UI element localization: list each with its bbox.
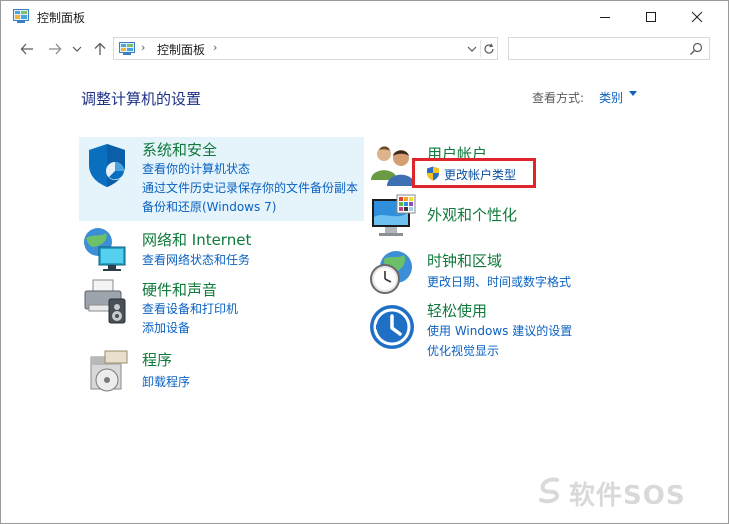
close-button[interactable] (674, 1, 720, 32)
maximize-button[interactable] (628, 1, 674, 32)
category-title-system-security[interactable]: 系统和安全 (142, 139, 217, 160)
close-icon (691, 11, 703, 22)
programs-disc-icon[interactable] (85, 347, 133, 395)
link-uninstall-program[interactable]: 卸载程序 (142, 373, 190, 390)
control-panel-icon (119, 42, 135, 55)
breadcrumb-separator[interactable]: › (141, 41, 145, 54)
minimize-button[interactable] (582, 1, 628, 32)
refresh-button[interactable] (480, 40, 496, 57)
link-view-computer-status[interactable]: 查看你的计算机状态 (142, 160, 250, 177)
link-backup-restore[interactable]: 备份和还原(Windows 7) (142, 198, 276, 215)
monitor-palette-icon[interactable] (369, 193, 417, 241)
category-title-ease-of-access[interactable]: 轻松使用 (427, 300, 487, 321)
category-title-appearance-personalization[interactable]: 外观和个性化 (427, 204, 517, 225)
forward-button[interactable] (44, 38, 66, 60)
arrow-left-icon (20, 43, 33, 55)
recent-locations-button[interactable] (69, 38, 85, 60)
link-change-account-type[interactable]: 更改帐户类型 (444, 166, 516, 183)
category-title-network-internet[interactable]: 网络和 Internet (142, 229, 251, 250)
maximize-icon (646, 11, 656, 22)
search-icon[interactable] (689, 42, 703, 56)
arrow-right-icon (49, 43, 62, 55)
category-title-programs[interactable]: 程序 (142, 349, 172, 370)
uac-shield-icon (427, 166, 439, 181)
link-file-history-backup[interactable]: 通过文件历史记录保存你的文件备份副本 (142, 179, 358, 196)
search-input[interactable] (508, 37, 710, 60)
minimize-icon (600, 16, 610, 18)
link-network-status[interactable]: 查看网络状态和任务 (142, 251, 250, 268)
shield-icon[interactable] (83, 141, 131, 189)
refresh-icon (483, 43, 494, 54)
view-by-dropdown[interactable]: 类别 (599, 89, 623, 106)
address-bar[interactable]: › 控制面板 › (113, 37, 498, 60)
users-icon[interactable] (369, 140, 417, 188)
chevron-down-icon (72, 46, 82, 52)
printer-icon[interactable] (81, 277, 129, 325)
watermark-logo-icon (539, 477, 560, 504)
chevron-down-icon (467, 46, 477, 52)
ease-of-access-icon[interactable] (368, 303, 416, 351)
breadcrumb-control-panel[interactable]: 控制面板 (157, 41, 205, 58)
view-by-label: 查看方式: (532, 91, 585, 105)
address-dropdown-button[interactable] (465, 40, 479, 57)
link-optimize-visual-display[interactable]: 优化视觉显示 (427, 342, 499, 359)
arrow-up-icon (94, 42, 106, 55)
link-devices-printers[interactable]: 查看设备和打印机 (142, 300, 238, 317)
link-change-date-time-format[interactable]: 更改日期、时间或数字格式 (427, 273, 571, 290)
page-title: 调整计算机的设置 (81, 90, 202, 108)
up-button[interactable] (89, 38, 111, 60)
category-title-hardware-sound[interactable]: 硬件和声音 (142, 279, 217, 300)
link-windows-suggested-settings[interactable]: 使用 Windows 建议的设置 (427, 322, 572, 339)
network-globe-icon[interactable] (81, 225, 129, 273)
control-panel-window: 控制面板 › 控制面板 › 调整计算机的设置 查看方式: 类别 系统和安全 查看… (0, 0, 729, 524)
caret-down-icon[interactable] (629, 91, 637, 96)
clock-globe-icon[interactable] (368, 249, 416, 297)
link-add-device[interactable]: 添加设备 (142, 319, 190, 336)
window-title: 控制面板 (37, 11, 86, 25)
navigation-bar: › 控制面板 › (1, 32, 728, 66)
watermark-text: 软件SOS (569, 481, 686, 511)
category-title-clock-region[interactable]: 时钟和区域 (427, 250, 502, 271)
breadcrumb-separator[interactable]: › (213, 41, 217, 54)
control-panel-icon (13, 9, 29, 23)
title-bar: 控制面板 (1, 1, 728, 32)
back-button[interactable] (16, 38, 38, 60)
